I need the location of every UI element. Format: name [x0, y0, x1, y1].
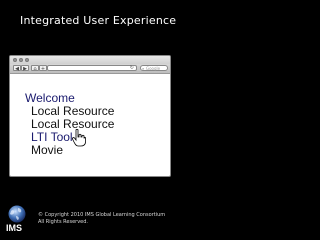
home-button[interactable]: ⌂ — [31, 65, 39, 72]
window-controls[interactable] — [13, 57, 29, 62]
lti-tool-label: LTI Tool — [31, 130, 73, 144]
page-content: Welcome Local Resource Local Resource LT… — [25, 92, 114, 157]
copyright-text: © Copyright 2010 IMS Global Learning Con… — [38, 212, 166, 218]
browser-window: ◀ ▶ ⌂ + ↻ ⌕ Google Welcome Local Resourc… — [9, 55, 171, 177]
footer-copyright: © Copyright 2010 IMS Global Learning Con… — [38, 212, 165, 226]
close-window-dot[interactable] — [13, 57, 17, 62]
minimize-window-dot[interactable] — [19, 57, 23, 62]
browser-titlebar — [10, 56, 170, 64]
search-placeholder: Google — [146, 66, 161, 71]
forward-button[interactable]: ▶ — [21, 65, 29, 72]
menu-item-movie[interactable]: Movie — [25, 144, 114, 157]
slide-title: Integrated User Experience — [20, 14, 177, 27]
rights-text: All Rights Reserved. — [38, 219, 89, 225]
browser-toolbar: ◀ ▶ ⌂ + ↻ ⌕ Google — [10, 64, 170, 74]
search-input[interactable]: ⌕ Google — [140, 65, 168, 71]
address-bar[interactable]: ↻ — [47, 65, 137, 71]
reload-icon[interactable]: ↻ — [130, 65, 134, 71]
ims-logo-text: IMS — [6, 223, 23, 233]
zoom-window-dot[interactable] — [25, 57, 29, 62]
back-button[interactable]: ◀ — [13, 65, 21, 72]
ims-logo: IMS — [6, 205, 28, 235]
search-icon: ⌕ — [142, 66, 145, 71]
add-bookmark-button[interactable]: + — [39, 65, 47, 72]
